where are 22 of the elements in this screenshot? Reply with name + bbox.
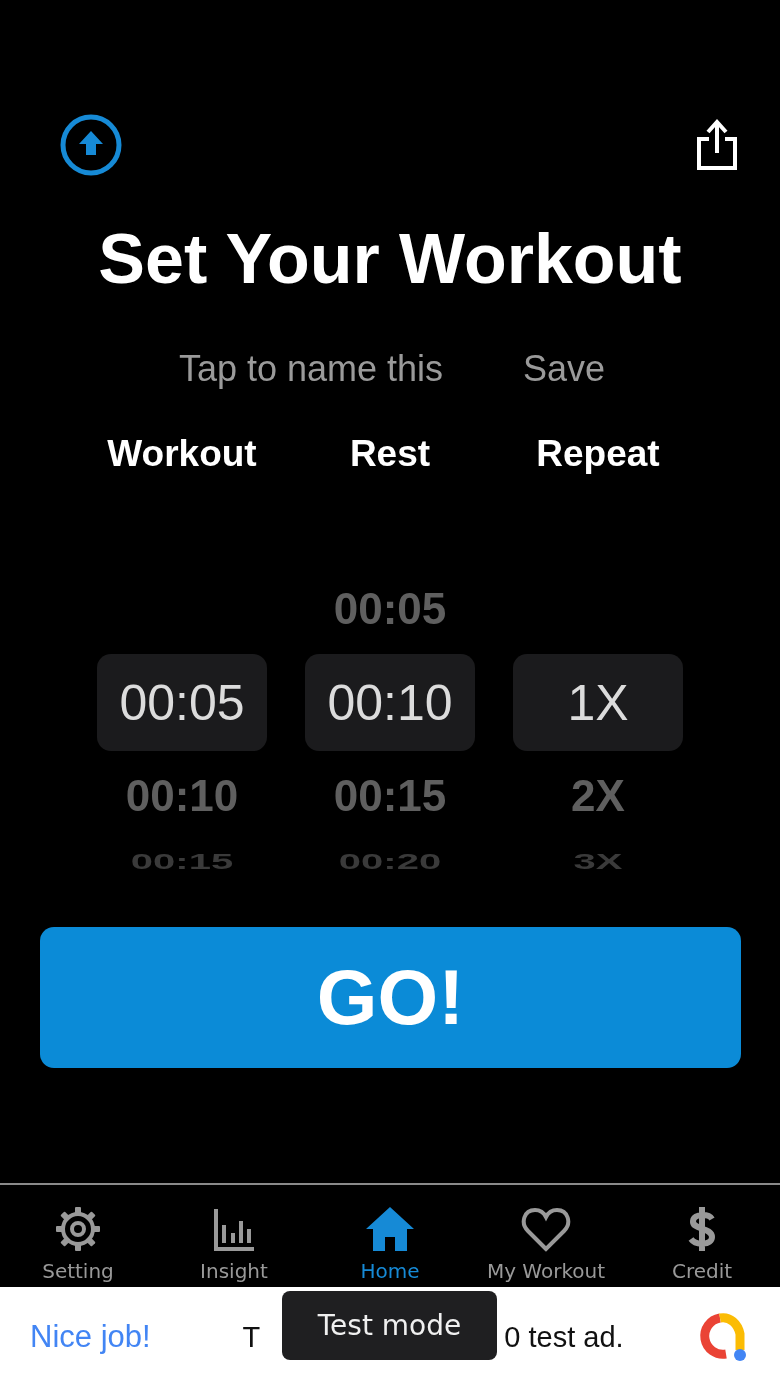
column-header: Repeat bbox=[536, 432, 660, 476]
column-header: Rest bbox=[349, 432, 431, 476]
picker-selected-value[interactable]: 00:10 bbox=[305, 654, 475, 751]
picker-selected-value[interactable]: 1X bbox=[513, 654, 683, 751]
nav-tab[interactable]: Home bbox=[312, 1185, 468, 1287]
upload-icon[interactable] bbox=[60, 114, 122, 176]
nav-tab[interactable]: Setting bbox=[0, 1185, 156, 1287]
go-button[interactable]: GO! bbox=[40, 927, 741, 1068]
nav-tab[interactable]: My Workout bbox=[468, 1185, 624, 1287]
save-button[interactable]: Save bbox=[523, 344, 606, 394]
nav-tab[interactable]: Insight bbox=[156, 1185, 312, 1287]
ad-text: T bbox=[242, 1320, 261, 1354]
nav-tab[interactable]: Credit bbox=[624, 1185, 780, 1287]
ad-headline: Nice job! bbox=[30, 1319, 151, 1355]
ad-banner[interactable]: Nice job! T Test mode 0 test ad. bbox=[0, 1287, 780, 1387]
picker-selected-value[interactable]: 00:05 bbox=[97, 654, 267, 751]
share-icon[interactable] bbox=[696, 119, 738, 171]
ad-text: 0 test ad. bbox=[504, 1320, 624, 1354]
column-header: Workout bbox=[107, 432, 257, 476]
page-title: Set Your Workout bbox=[97, 219, 683, 300]
tooltip: Test mode bbox=[282, 1291, 497, 1360]
name-prompt[interactable]: Tap to name this bbox=[174, 344, 448, 394]
